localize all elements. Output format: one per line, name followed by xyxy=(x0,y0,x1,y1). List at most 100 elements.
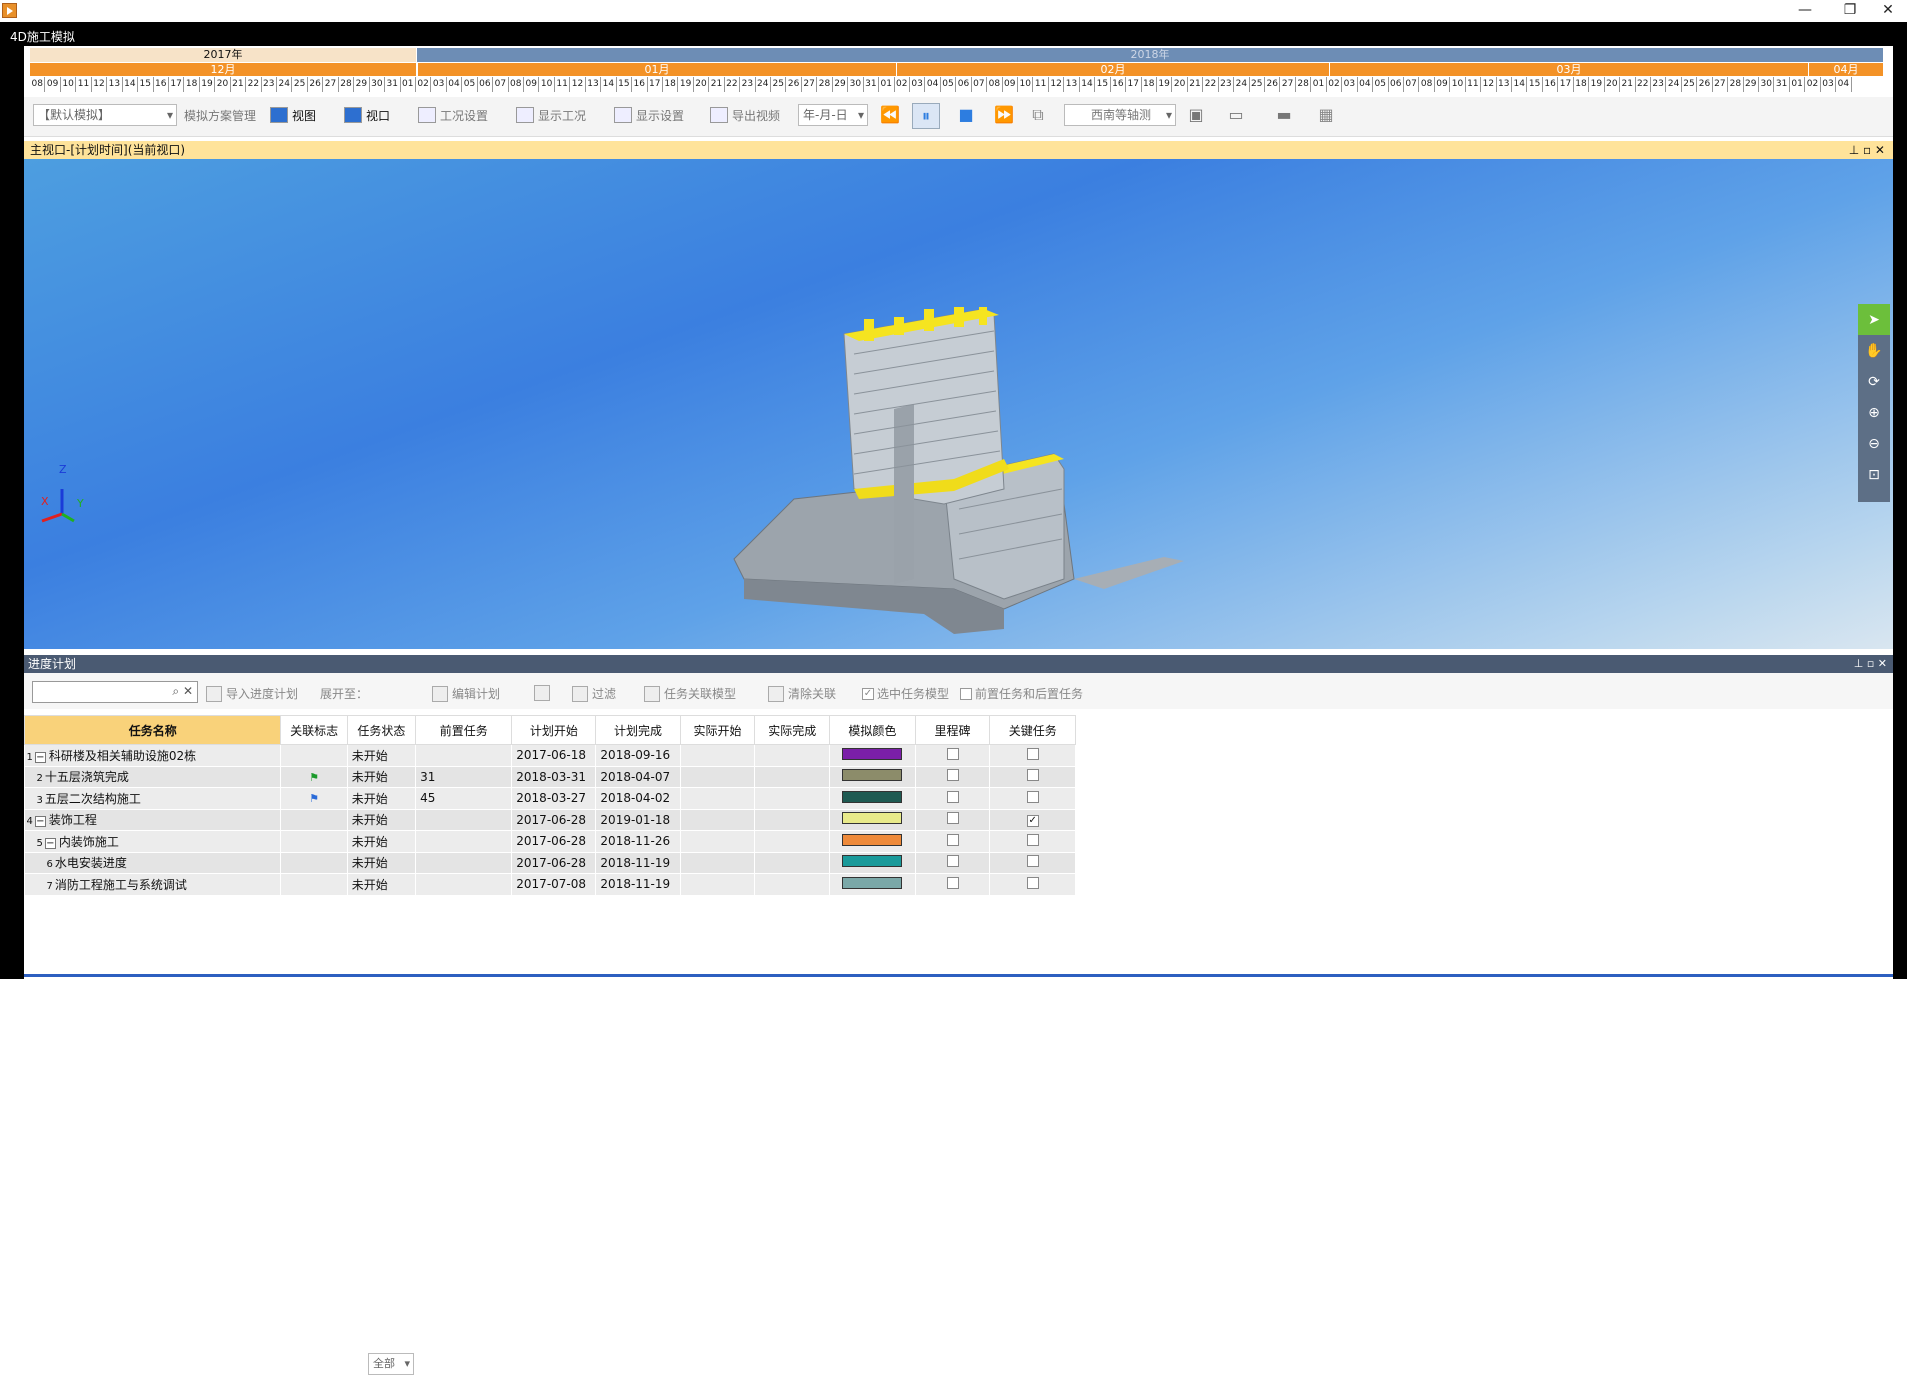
scheme-select[interactable]: 【默认模拟】 xyxy=(33,104,177,126)
document-icon xyxy=(516,107,534,123)
import-plan-button[interactable]: 导入进度计划 xyxy=(206,685,298,702)
critical-checkbox[interactable]: ✓ xyxy=(1026,815,1039,828)
collapse-toggle[interactable]: − xyxy=(34,816,46,828)
app-title: 4D施工模拟 xyxy=(10,30,75,44)
column-header[interactable]: 关键任务 xyxy=(989,715,1076,745)
link-model-button[interactable]: 任务关联模型 xyxy=(644,685,736,702)
timeline-day: 12 xyxy=(570,77,586,92)
measure-icon[interactable]: ▭ xyxy=(1222,103,1250,129)
select-model-checkbox[interactable]: ✓ 选中任务模型 xyxy=(862,685,949,702)
rewind-button[interactable]: ⏪ xyxy=(876,103,904,129)
sim-color-swatch[interactable] xyxy=(842,769,903,782)
column-header[interactable]: 里程碑 xyxy=(914,715,991,745)
minimize-button[interactable]: — xyxy=(1785,0,1825,22)
sim-color-swatch[interactable] xyxy=(842,812,903,825)
scheme-manage-button[interactable]: 模拟方案管理 xyxy=(184,104,256,126)
timeline-day: 02 xyxy=(1805,77,1821,92)
print-icon[interactable] xyxy=(534,685,554,701)
table-row[interactable]: 4− 装饰工程 未开始 2017-06-28 2019-01-18 ✓ xyxy=(24,809,1076,831)
column-header[interactable]: 计划完成 xyxy=(595,715,681,745)
search-input[interactable]: ⌕ ✕ xyxy=(32,681,198,703)
window-button[interactable]: 视口 xyxy=(344,104,390,126)
critical-checkbox[interactable] xyxy=(1026,876,1039,889)
timeline-day: 10 xyxy=(61,77,77,92)
export-video-button[interactable]: 导出视频 xyxy=(710,104,780,126)
column-header[interactable]: 实际开始 xyxy=(679,715,756,745)
sim-color-swatch[interactable] xyxy=(842,876,903,889)
critical-checkbox[interactable] xyxy=(1026,790,1039,803)
critical-checkbox[interactable] xyxy=(1026,747,1039,760)
column-header[interactable]: 实际完成 xyxy=(754,715,831,745)
pause-button[interactable]: ⏸ xyxy=(912,103,940,129)
actual-end xyxy=(754,830,831,853)
timeline-ruler[interactable]: 2017年 2018年 12月 01月 02月 03月 04月 08 09 10 11… xyxy=(24,46,1893,96)
collapse-toggle[interactable]: − xyxy=(34,751,46,763)
table-row[interactable]: 2 十五层浇筑完成 ⚑ 未开始 31 2018-03-31 2018-04-07 xyxy=(24,766,1076,788)
clear-link-button[interactable]: 清除关联 xyxy=(768,685,836,702)
select-icon[interactable]: ➤ xyxy=(1858,304,1890,335)
screenshot-icon[interactable]: ▣ xyxy=(1182,103,1210,129)
column-header[interactable]: 模拟颜色 xyxy=(829,715,916,745)
table-row[interactable]: 3 五层二次结构施工 ⚑ 未开始 45 2018-03-27 2018-04-02 xyxy=(24,787,1076,810)
table-row[interactable]: 1− 科研楼及相关辅助设施02栋 未开始 2017-06-18 2018-09-16 xyxy=(24,744,1076,767)
critical-checkbox[interactable] xyxy=(1026,833,1039,846)
critical-checkbox[interactable] xyxy=(1026,855,1039,868)
filter-button[interactable]: 过滤 xyxy=(572,685,616,702)
search-icon[interactable]: ⌕ ✕ xyxy=(172,684,193,699)
view-button[interactable]: 视图 xyxy=(270,104,316,126)
zoom-in-icon[interactable]: ⊕ xyxy=(1858,397,1890,428)
expand-level-select[interactable]: 全部 xyxy=(368,1353,414,1375)
camera-select[interactable]: 西南等轴测 xyxy=(1064,104,1176,126)
table-row[interactable]: 6 水电安装进度 未开始 2017-06-28 2018-11-19 xyxy=(24,852,1076,874)
sim-color-swatch[interactable] xyxy=(842,790,903,803)
column-header[interactable]: 计划开始 xyxy=(511,715,597,745)
column-header[interactable]: 任务状态 xyxy=(346,715,417,745)
network-icon[interactable]: ⧉ xyxy=(1024,103,1052,129)
milestone-checkbox[interactable] xyxy=(946,790,959,803)
sim-color-swatch[interactable] xyxy=(842,747,903,760)
milestone-checkbox[interactable] xyxy=(946,769,959,782)
milestone-checkbox[interactable] xyxy=(946,812,959,825)
3d-viewport[interactable]: Z X Y xyxy=(24,159,1893,649)
unlink-icon xyxy=(768,685,784,702)
milestone-checkbox[interactable] xyxy=(946,833,959,846)
zoom-extent-icon[interactable]: ⊡ xyxy=(1858,459,1890,490)
timeline-day: 01 xyxy=(879,77,895,92)
timeline-day: 08 xyxy=(1419,77,1435,92)
sim-color-swatch[interactable] xyxy=(842,855,903,868)
work-settings-button[interactable]: 工况设置 xyxy=(418,104,488,126)
restore-button[interactable]: ❐ xyxy=(1830,0,1870,22)
prev-next-checkbox[interactable]: 前置任务和后置任务 xyxy=(960,685,1083,702)
stop-button[interactable]: ■ xyxy=(952,103,980,129)
date-format-select[interactable]: 年-月-日 xyxy=(798,104,868,126)
table-row[interactable]: 5− 内装饰施工 未开始 2017-06-28 2018-11-26 xyxy=(24,830,1076,853)
display-settings-button[interactable]: 显示设置 xyxy=(614,104,684,126)
panel-controls[interactable]: ⊥ ▫ ✕ xyxy=(1849,141,1885,159)
table-row[interactable]: 7 消防工程施工与系统调试 未开始 2017-07-08 2018-11-19 xyxy=(24,873,1076,896)
pan-icon[interactable]: ✋ xyxy=(1858,335,1890,366)
ruler-icon[interactable]: ▬ xyxy=(1270,103,1298,129)
fast-forward-button[interactable]: ⏩ xyxy=(990,103,1018,129)
close-button[interactable]: ✕ xyxy=(1870,0,1906,22)
grid-icon[interactable]: ▦ xyxy=(1312,103,1340,129)
horizontal-scrollbar[interactable] xyxy=(24,974,1893,977)
milestone-checkbox[interactable] xyxy=(946,855,959,868)
column-header[interactable]: 关联标志 xyxy=(280,715,348,745)
zoom-out-icon[interactable]: ⊖ xyxy=(1858,428,1890,459)
milestone-checkbox[interactable] xyxy=(946,747,959,760)
edit-plan-button[interactable]: 编辑计划 xyxy=(432,685,500,702)
collapse-toggle[interactable]: − xyxy=(44,837,56,849)
predecessor xyxy=(415,873,513,896)
column-header[interactable]: 任务名称 xyxy=(23,715,282,745)
panel-controls[interactable]: ⊥ ▫ ✕ xyxy=(1854,655,1887,673)
milestone-checkbox[interactable] xyxy=(946,876,959,889)
show-work-button[interactable]: 显示工况 xyxy=(516,104,586,126)
orbit-icon[interactable]: ⟳ xyxy=(1858,366,1890,397)
printer-icon xyxy=(534,685,550,701)
column-header[interactable]: 前置任务 xyxy=(415,715,513,745)
timeline-day: 11 xyxy=(1033,77,1049,92)
axis-z-label: Z xyxy=(59,463,67,476)
critical-checkbox[interactable] xyxy=(1026,769,1039,782)
sim-color-swatch[interactable] xyxy=(842,833,903,846)
building-model[interactable] xyxy=(24,159,1893,649)
